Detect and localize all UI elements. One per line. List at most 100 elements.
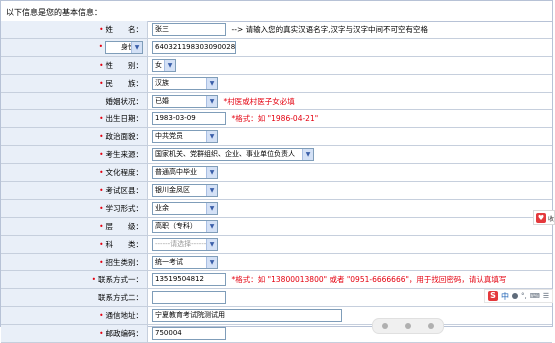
row-birth: • 出生日期： 1983-03-09 *格式：如 "1986-04-21" (1, 109, 552, 129)
floating-scroll-control[interactable] (372, 318, 444, 334)
exam-area-select[interactable]: 银川金凤区 ▼ (152, 183, 218, 197)
name-label: 姓 名： (105, 24, 144, 34)
exam-area-label: 考试区县： (105, 185, 144, 195)
birth-label: 出生日期： (105, 114, 144, 124)
category-select[interactable]: 统一考试 ▼ (152, 255, 218, 269)
basic-info-form: • 姓 名： 张三 --> 请输入您的真实汉语名字,汉字与汉字中间不可空有空格 •… (1, 21, 552, 343)
postcode-input[interactable]: 750004 (152, 327, 226, 341)
birth-hint: *格式：如 "1986-04-21" (231, 114, 319, 124)
row-id: •身份证▼ 640321198303090028 (1, 38, 552, 57)
menu-icon[interactable]: ☰ (543, 292, 549, 300)
required-star: • (99, 257, 104, 267)
section-header: 以下信息是您的基本信息： (1, 1, 552, 22)
gender-select[interactable]: 女 ▼ (152, 58, 176, 72)
source-select[interactable]: 国家机关、党群组织、企业、事业单位负责人 ▼ (152, 148, 314, 162)
education-label: 文化程度： (105, 168, 144, 178)
level-select[interactable]: 高职（专科） ▼ (152, 219, 218, 233)
address-input[interactable]: 宁夏教育考试院测试用 (152, 309, 342, 323)
required-star: • (91, 275, 96, 285)
chevron-down-icon: ▼ (206, 167, 217, 179)
side-collect-tab[interactable]: ♥ 收 (533, 210, 555, 225)
dot-icon (381, 323, 388, 329)
row-political: • 政治面貌： 中共党员 ▼ (1, 127, 552, 147)
birth-date-input[interactable]: 1983-03-09 (152, 112, 226, 126)
id-type-select[interactable]: 身份证▼ (105, 40, 143, 54)
required-star: • (99, 168, 104, 178)
id-number-input[interactable]: 640321198303090028 (152, 40, 236, 54)
moon-icon[interactable] (512, 293, 518, 299)
row-contact1: • 联系方式一： 13519504812 *格式：如 "13800013800" … (1, 270, 552, 290)
political-select[interactable]: 中共党员 ▼ (152, 130, 218, 144)
required-star: • (99, 239, 104, 249)
side-collect-label: 收 (548, 216, 555, 223)
row-postcode: • 邮政编码： 750004 (1, 324, 552, 343)
contact1-hint: *格式：如 "13800013800" 或者 "0951-6666666"，用于… (231, 275, 507, 285)
chevron-down-icon: ▼ (206, 184, 217, 196)
required-star: • (99, 78, 104, 88)
section-title: 以下信息是您的基本信息： (6, 8, 102, 17)
required-star: • (99, 329, 104, 339)
chevron-down-icon: ▼ (206, 256, 217, 268)
chevron-down-icon: ▼ (206, 220, 217, 232)
ethnicity-select[interactable]: 汉族 ▼ (152, 76, 218, 90)
row-gender: • 性 别： 女 ▼ (1, 56, 552, 75)
contact2-input[interactable] (152, 291, 226, 305)
contact2-label: 联系方式二： (98, 293, 143, 303)
name-input[interactable]: 张三 (152, 22, 226, 36)
ime-toolbar[interactable]: S 中 °, ⌨ ☰ (484, 289, 553, 303)
address-label: 通信地址： (105, 311, 144, 321)
dot-icon (428, 323, 435, 329)
row-contact2: 联系方式二： (1, 288, 552, 308)
required-star: • (99, 221, 104, 231)
sogou-icon[interactable]: S (488, 291, 498, 301)
row-study-form: • 学习形式： 业余 ▼ (1, 199, 552, 218)
chevron-down-icon: ▼ (131, 41, 142, 53)
required-star: • (98, 42, 103, 52)
chevron-down-icon: ▼ (206, 202, 217, 214)
chevron-down-icon: ▼ (302, 149, 313, 161)
keyboard-icon[interactable]: ⌨ (530, 292, 540, 300)
education-select[interactable]: 普通高中毕业 ▼ (152, 166, 218, 180)
required-star: • (99, 132, 104, 142)
postcode-label: 邮政编码： (105, 329, 144, 339)
row-exam-area: • 考试区县： 银川金凤区 ▼ (1, 181, 552, 200)
row-level: • 层 级： 高职（专科） ▼ (1, 217, 552, 236)
marital-select[interactable]: 已婚 ▼ (152, 94, 218, 108)
row-subject: • 科 类： ------请选择------ ▼ (1, 235, 552, 254)
heart-icon: ♥ (536, 213, 546, 223)
row-education: • 文化程度： 普通高中毕业 ▼ (1, 163, 552, 183)
row-source: • 考生来源： 国家机关、党群组织、企业、事业单位负责人 ▼ (1, 145, 552, 165)
chevron-down-icon: ▼ (206, 95, 217, 107)
row-ethnicity: • 民 族： 汉族 ▼ (1, 74, 552, 93)
category-label: 招生类别： (105, 257, 144, 267)
row-marital: 婚姻状况： 已婚 ▼ *村医或村医子女必填 (1, 92, 552, 111)
marital-label: 婚姻状况： (105, 96, 144, 106)
required-star: • (99, 185, 104, 195)
required-star: • (99, 311, 104, 321)
required-star: • (99, 203, 104, 213)
level-label: 层 级： (105, 221, 144, 231)
dot-icon (404, 323, 411, 329)
contact1-label: 联系方式一： (98, 275, 143, 285)
political-label: 政治面貌： (105, 132, 144, 142)
row-address: • 通信地址： 宁夏教育考试院测试用 (1, 306, 552, 326)
subject-label: 科 类： (105, 239, 144, 249)
gender-label: 性 别： (105, 60, 144, 70)
name-hint: --> 请输入您的真实汉语名字,汉字与汉字中间不可空有空格 (231, 24, 429, 34)
ime-language-toggle[interactable]: 中 (501, 291, 509, 302)
chevron-down-icon: ▼ (206, 77, 217, 89)
subject-select[interactable]: ------请选择------ ▼ (152, 237, 218, 251)
ethnicity-label: 民 族： (105, 78, 144, 88)
marital-hint: *村医或村医子女必填 (223, 96, 295, 106)
chevron-down-icon: ▼ (164, 59, 175, 71)
required-star: • (99, 150, 104, 160)
punctuation-icon[interactable]: °, (521, 292, 527, 300)
contact1-input[interactable]: 13519504812 (152, 273, 226, 287)
required-star: • (99, 114, 104, 124)
study-form-select[interactable]: 业余 ▼ (152, 201, 218, 215)
source-label: 考生来源： (105, 150, 144, 160)
row-category: • 招生类别： 统一考试 ▼ (1, 253, 552, 272)
required-star: • (99, 24, 104, 34)
study-form-label: 学习形式： (105, 203, 144, 213)
chevron-down-icon: ▼ (206, 131, 217, 143)
